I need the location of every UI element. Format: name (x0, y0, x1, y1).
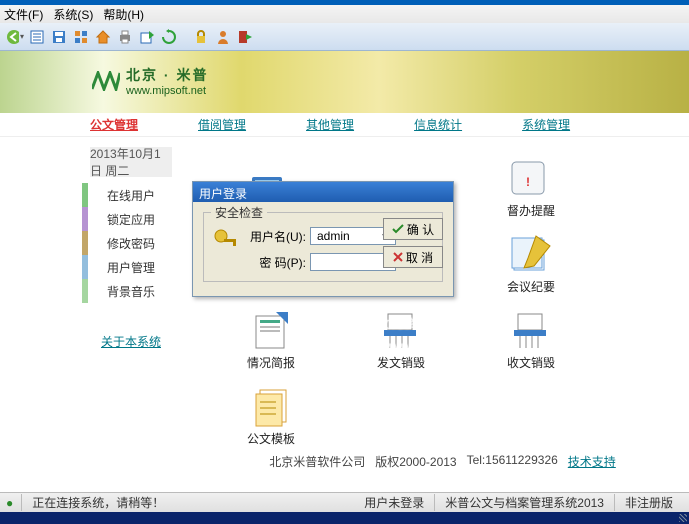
nav-borrow[interactable]: 借阅管理 (198, 116, 246, 133)
status-bar: ● 正在连接系统，请稍等！ 用户未登录 米普公文与档案管理系统2013 非注册版 (0, 492, 689, 512)
sidebar-bgm[interactable]: 背景音乐 (90, 279, 172, 303)
menu-help[interactable]: 帮助(H) (103, 6, 144, 23)
banner: 北京 · 米普 www.mipsoft.net (0, 51, 689, 113)
grid-template[interactable]: 公文模板 (206, 371, 336, 447)
back-icon[interactable] (6, 28, 24, 46)
footer-copyright: 版权2000-2013 (375, 453, 456, 470)
dialog-legend: 安全检查 (211, 204, 267, 221)
footer-company: 北京米普软件公司 (269, 453, 365, 470)
refresh-icon[interactable] (160, 28, 178, 46)
main-area: 数码资源网 www.smzy.com ! 督办提醒 (180, 137, 689, 489)
svg-text:!: ! (526, 175, 530, 189)
menu-file[interactable]: 文件(F) (4, 6, 43, 23)
grid-label: 督办提醒 (507, 202, 555, 219)
login-dialog: 用户登录 安全检查 用户名(U): admin 密 码(P): (192, 181, 454, 297)
brand-text: 北京 · 米普 (126, 65, 208, 85)
report-icon (246, 308, 296, 352)
window-resize-grip[interactable] (0, 512, 689, 524)
sidebar-lock-app[interactable]: 锁定应用 (90, 207, 172, 231)
sidebar-user-mgmt[interactable]: 用户管理 (90, 255, 172, 279)
grid-icon[interactable] (72, 28, 90, 46)
footer-tel: Tel:15611229326 (467, 453, 558, 470)
export-icon[interactable] (138, 28, 156, 46)
grid-alert[interactable]: ! 督办提醒 (466, 143, 596, 219)
dialog-title: 用户登录 (193, 182, 453, 202)
grid-send-shred[interactable]: 发文销毁 (336, 295, 466, 371)
template-icon (246, 384, 296, 428)
shred-out-icon (376, 308, 426, 352)
status-user: 用户未登录 (354, 494, 434, 511)
check-icon (392, 224, 404, 234)
status-app: 米普公文与档案管理系统2013 (434, 494, 614, 511)
sidebar-change-pw[interactable]: 修改密码 (90, 231, 172, 255)
grid-label: 收文销毁 (507, 354, 555, 371)
nav-stats[interactable]: 信息统计 (414, 116, 462, 133)
status-icon: ● (6, 496, 13, 510)
sidebar: 2013年10月1日 周二 在线用户 锁定应用 修改密码 用户管理 背景音乐 关… (0, 137, 180, 489)
grid-report[interactable]: 情况简报 (206, 295, 336, 371)
toolbar (0, 23, 689, 51)
brand-url: www.mipsoft.net (126, 85, 208, 97)
status-message: 正在连接系统，请稍等！ (21, 494, 174, 511)
grid-label: 发文销毁 (377, 354, 425, 371)
print-icon[interactable] (116, 28, 134, 46)
user-icon[interactable] (214, 28, 232, 46)
sidebar-online-users[interactable]: 在线用户 (90, 183, 172, 207)
list-icon[interactable] (28, 28, 46, 46)
about-link[interactable]: 关于本系统 (101, 333, 161, 350)
username-label: 用户名(U): (250, 228, 306, 245)
ok-button[interactable]: 确 认 (383, 218, 443, 240)
date-display: 2013年10月1日 周二 (90, 147, 172, 177)
notes-icon (506, 232, 556, 276)
top-nav: 公文管理 借阅管理 其他管理 信息统计 系统管理 (0, 113, 689, 137)
nav-docs[interactable]: 公文管理 (90, 116, 138, 133)
alert-icon: ! (506, 156, 556, 200)
x-icon (393, 252, 403, 262)
footer-support-link[interactable]: 技术支持 (568, 453, 616, 470)
footer: 北京米普软件公司 版权2000-2013 Tel:15611229326 技术支… (206, 453, 679, 470)
keys-icon (212, 227, 240, 255)
grid-label: 情况简报 (247, 354, 295, 371)
nav-system[interactable]: 系统管理 (522, 116, 570, 133)
logo-icon (92, 71, 120, 91)
cancel-button[interactable]: 取 消 (383, 246, 443, 268)
status-reg: 非注册版 (614, 494, 683, 511)
home-icon[interactable] (94, 28, 112, 46)
save-icon[interactable] (50, 28, 68, 46)
shred-in-icon (506, 308, 556, 352)
menu-bar: 文件(F) 系统(S) 帮助(H) (0, 5, 689, 23)
grid-label: 会议纪要 (507, 278, 555, 295)
grid-notes[interactable]: 会议纪要 (466, 219, 596, 295)
exit-icon[interactable] (236, 28, 254, 46)
password-label: 密 码(P): (250, 254, 306, 271)
grid-label: 公文模板 (247, 430, 295, 447)
menu-system[interactable]: 系统(S) (53, 6, 93, 23)
nav-other[interactable]: 其他管理 (306, 116, 354, 133)
grid-recv-shred[interactable]: 收文销毁 (466, 295, 596, 371)
lock-icon[interactable] (192, 28, 210, 46)
